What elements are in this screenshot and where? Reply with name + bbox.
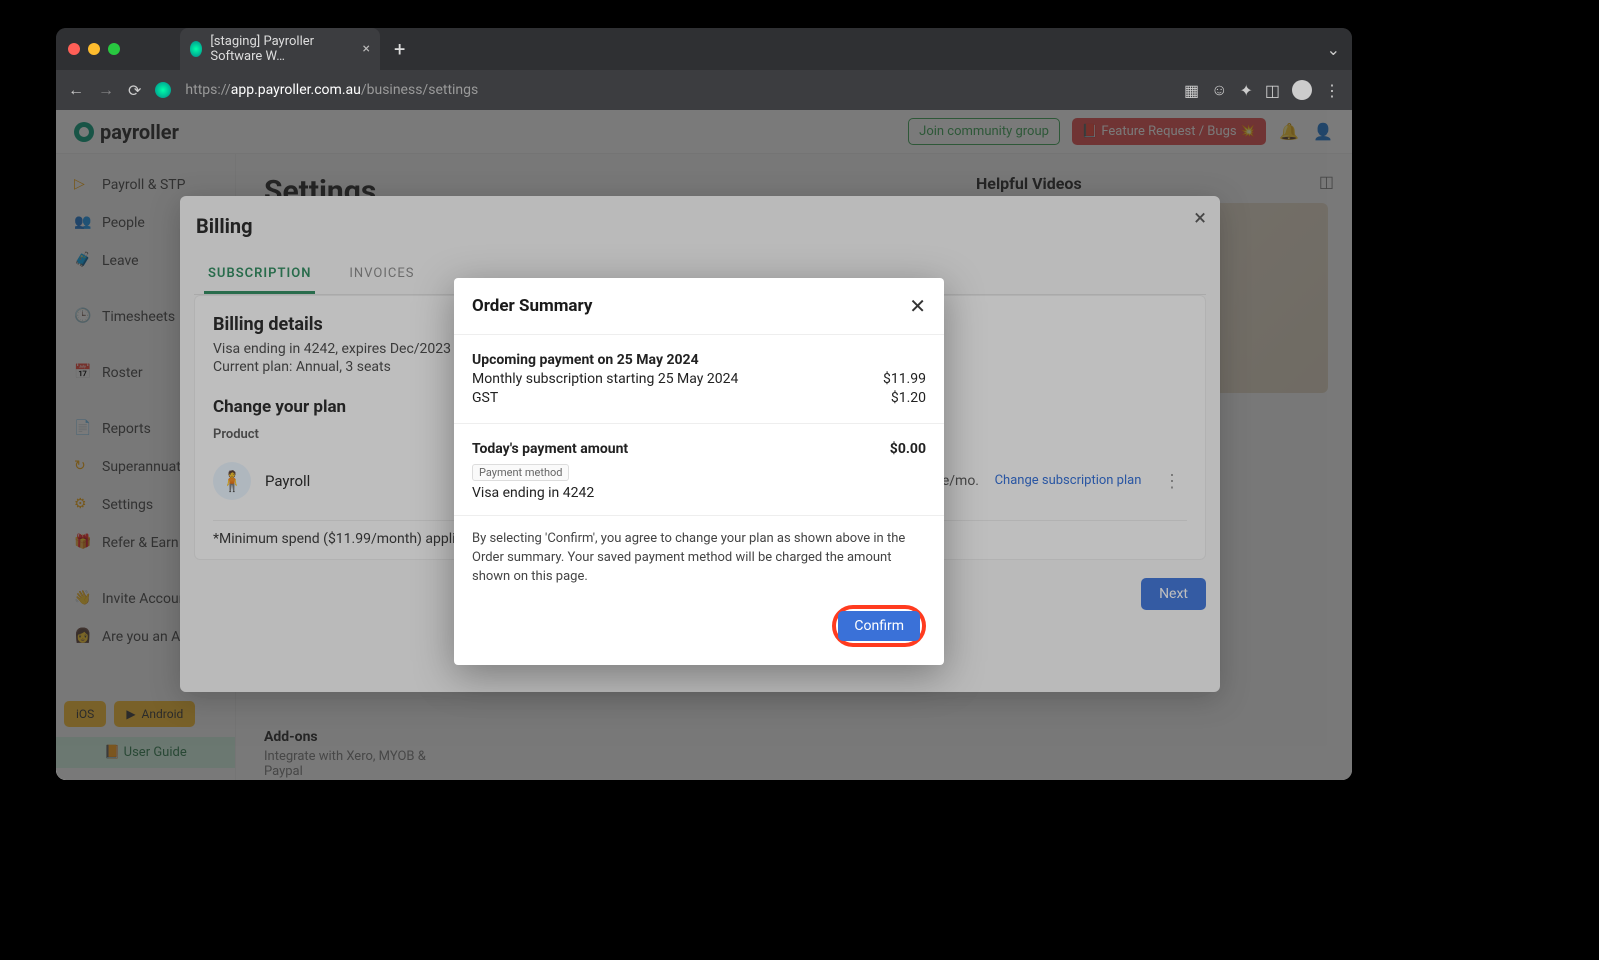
extension-icons: ▦ ☺ ✦ ◫ ⋮ bbox=[1184, 80, 1340, 100]
site-identity-icon[interactable] bbox=[155, 82, 171, 98]
order-title: Order Summary bbox=[472, 296, 592, 316]
browser-tabbar: [staging] Payroller Software W… × + ⌄ bbox=[56, 28, 1352, 70]
panel-icon[interactable]: ◫ bbox=[1265, 81, 1280, 100]
line-value: $1.20 bbox=[891, 390, 926, 406]
maximize-window-icon[interactable] bbox=[108, 43, 120, 55]
kebab-menu-icon[interactable]: ⋮ bbox=[1324, 81, 1340, 100]
url-field[interactable]: https://app.payroller.com.au/business/se… bbox=[185, 82, 1170, 98]
close-icon[interactable]: ✕ bbox=[909, 294, 926, 318]
extensions-icon[interactable]: ✦ bbox=[1239, 81, 1252, 100]
confirm-disclaimer: By selecting 'Confirm', you agree to cha… bbox=[472, 530, 926, 587]
line-label: GST bbox=[472, 390, 498, 406]
browser-tab[interactable]: [staging] Payroller Software W… × bbox=[180, 28, 380, 70]
new-tab-button[interactable]: + bbox=[394, 37, 405, 61]
highlight-ring: Confirm bbox=[832, 605, 926, 647]
chevron-down-icon[interactable]: ⌄ bbox=[1327, 40, 1340, 59]
minimize-window-icon[interactable] bbox=[88, 43, 100, 55]
back-icon[interactable]: ← bbox=[68, 80, 84, 100]
payment-method-line: Visa ending in 4242 bbox=[472, 485, 926, 501]
line-value: $11.99 bbox=[883, 371, 926, 387]
ext-icon[interactable]: ▦ bbox=[1184, 81, 1199, 100]
tab-close-icon[interactable]: × bbox=[363, 41, 370, 57]
line-label: Monthly subscription starting 25 May 202… bbox=[472, 371, 738, 387]
today-label: Today's payment amount bbox=[472, 441, 628, 457]
window-controls[interactable] bbox=[68, 43, 120, 55]
profile-avatar-icon[interactable] bbox=[1292, 80, 1312, 100]
today-value: $0.00 bbox=[890, 441, 926, 457]
reload-icon[interactable]: ⟳ bbox=[128, 81, 141, 100]
close-window-icon[interactable] bbox=[68, 43, 80, 55]
browser-address-bar: ← → ⟳ https://app.payroller.com.au/busin… bbox=[56, 70, 1352, 110]
page-viewport: payroller Join community group 📕 Feature… bbox=[56, 110, 1352, 780]
tab-title: [staging] Payroller Software W… bbox=[210, 34, 350, 64]
ext-icon[interactable]: ☺ bbox=[1211, 80, 1227, 100]
upcoming-heading: Upcoming payment on 25 May 2024 bbox=[472, 352, 699, 368]
favicon-icon bbox=[190, 41, 202, 57]
browser-window: [staging] Payroller Software W… × + ⌄ ← … bbox=[56, 28, 1352, 780]
payment-method-badge: Payment method bbox=[472, 464, 569, 481]
confirm-button[interactable]: Confirm bbox=[838, 611, 920, 641]
forward-icon[interactable]: → bbox=[98, 80, 114, 100]
order-summary-modal: Order Summary ✕ Upcoming payment on 25 M… bbox=[454, 278, 944, 665]
